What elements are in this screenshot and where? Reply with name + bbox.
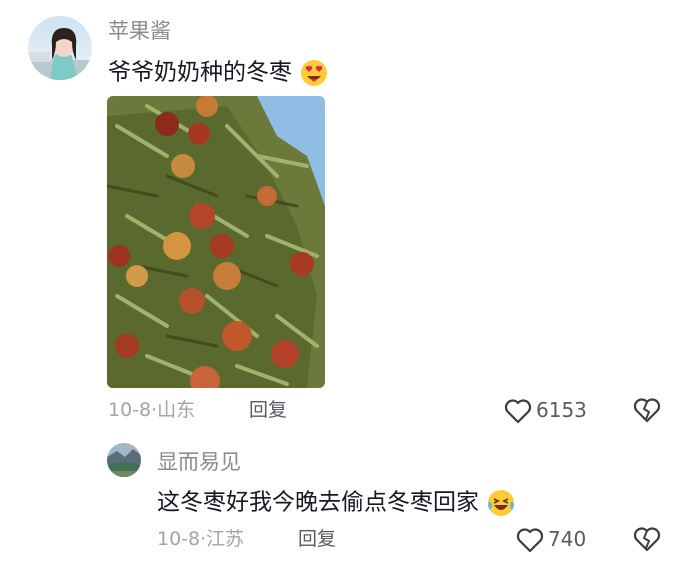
laughing-crying-emoji-icon (486, 488, 516, 518)
dislike-button[interactable] (633, 526, 661, 552)
comment-text-content: 爷爷奶奶种的冬枣 (108, 59, 292, 86)
reply-button[interactable]: 回复 (298, 530, 336, 549)
dislike-button[interactable] (633, 397, 661, 423)
like-count: 740 (548, 527, 587, 551)
like-count: 6153 (536, 398, 587, 422)
comment-text-content: 这冬枣好我今晚去偷点冬枣回家 (157, 489, 479, 516)
broken-heart-icon (633, 397, 661, 423)
avatar[interactable] (107, 443, 141, 477)
heart-outline-icon (504, 398, 532, 424)
comment-meta: 10-8·江苏 (157, 530, 244, 549)
comment-meta: 10-8·山东 (108, 401, 195, 420)
comment-date: 10-8 (157, 528, 201, 550)
broken-heart-icon (633, 526, 661, 552)
comment-location: 山东 (157, 399, 196, 421)
avatar[interactable] (28, 16, 92, 80)
comment-text: 爷爷奶奶种的冬枣 (108, 58, 329, 88)
comment-date: 10-8 (108, 399, 152, 421)
comment-username[interactable]: 显而易见 (157, 452, 241, 473)
heart-eyes-emoji-icon (299, 58, 329, 88)
reply-button[interactable]: 回复 (249, 401, 287, 420)
comment-username[interactable]: 苹果酱 (108, 21, 171, 42)
comment-location: 江苏 (206, 528, 245, 550)
heart-outline-icon (516, 527, 544, 553)
jujube-tree-photo-icon[interactable] (107, 96, 325, 388)
comment-text: 这冬枣好我今晚去偷点冬枣回家 (157, 488, 516, 518)
